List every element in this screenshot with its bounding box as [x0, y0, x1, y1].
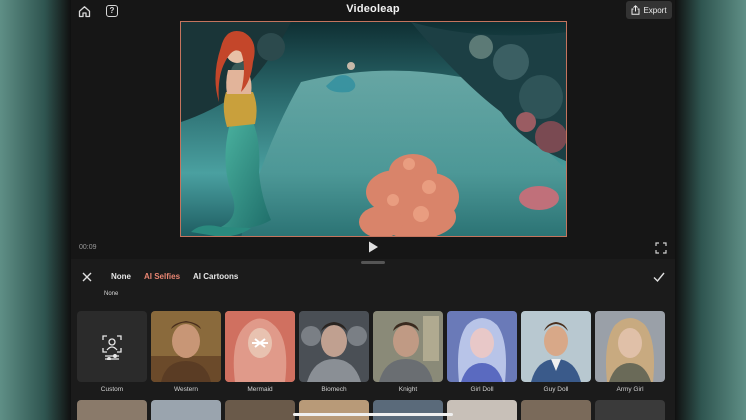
share-icon — [631, 5, 640, 15]
confirm-check-icon[interactable] — [652, 270, 666, 284]
effect-thumb — [595, 400, 665, 420]
app-logo: Videoleap — [346, 3, 400, 15]
effect-tile-girl-doll[interactable]: Girl Doll — [447, 311, 517, 393]
effect-thumb — [299, 311, 369, 382]
effect-thumb — [151, 400, 221, 420]
effect-thumb — [521, 400, 591, 420]
effect-thumb — [225, 400, 295, 420]
effect-tile-biomech[interactable]: Biomech — [299, 311, 369, 393]
tab-ai-cartoons[interactable]: AI Cartoons — [193, 272, 238, 281]
effect-tile-western[interactable]: Western — [151, 311, 221, 393]
effect-thumb — [77, 311, 147, 382]
effect-thumb — [225, 311, 295, 382]
editor-app: ? Videoleap Export 00:09 None AI Selfies… — [71, 0, 675, 420]
fullscreen-icon[interactable] — [655, 241, 667, 254]
effect-tile-guy-doll[interactable]: Guy Doll — [521, 311, 591, 393]
export-label: Export — [643, 5, 667, 15]
effect-list: Custom Western Mermaid Biomech Knight Gi… — [77, 311, 665, 393]
effect-thumb — [151, 311, 221, 382]
video-preview[interactable] — [180, 21, 567, 237]
effect-tile-knight[interactable]: Knight — [373, 311, 443, 393]
close-icon[interactable] — [80, 270, 94, 284]
portrait-sliders-icon — [102, 334, 122, 360]
effect-thumb — [373, 311, 443, 382]
effect-label: Knight — [398, 386, 418, 393]
effect-tile[interactable] — [299, 400, 369, 420]
effect-tile[interactable] — [447, 400, 517, 420]
panel-grabber[interactable] — [361, 261, 385, 264]
effect-thumb — [77, 400, 147, 420]
effect-tile[interactable] — [77, 400, 147, 420]
effect-thumb — [521, 311, 591, 382]
timecode: 00:09 — [79, 244, 97, 251]
home-indicator[interactable] — [293, 413, 453, 416]
effect-label: Biomech — [321, 386, 347, 393]
effect-thumb — [447, 311, 517, 382]
tab-none[interactable]: None — [111, 272, 131, 281]
effect-tabs: None AI Selfies AI Cartoons — [111, 272, 238, 281]
effect-list-next-row — [77, 400, 665, 420]
effects-panel: None AI Selfies AI Cartoons None Custom … — [71, 259, 675, 420]
effect-thumb — [299, 400, 369, 420]
effect-tile[interactable] — [225, 400, 295, 420]
effect-tile[interactable] — [151, 400, 221, 420]
selected-effect-label: None — [104, 291, 119, 297]
play-icon[interactable] — [366, 240, 380, 254]
effect-label: Mermaid — [247, 386, 273, 393]
effect-tile[interactable] — [595, 400, 665, 420]
effect-tile[interactable] — [521, 400, 591, 420]
effect-label: Guy Doll — [543, 386, 569, 393]
effect-label: Girl Doll — [470, 386, 494, 393]
effect-tile[interactable] — [373, 400, 443, 420]
effect-label: Custom — [100, 386, 124, 393]
effect-label: Army Girl — [616, 386, 644, 393]
tab-ai-selfies[interactable]: AI Selfies — [144, 272, 180, 281]
effect-thumb — [373, 400, 443, 420]
effect-tile-custom[interactable]: Custom — [77, 311, 147, 393]
effect-thumb — [447, 400, 517, 420]
export-button[interactable]: Export — [626, 1, 672, 19]
mermaid-underwater-frame — [181, 22, 566, 236]
effect-tile-mermaid[interactable]: Mermaid — [225, 311, 295, 393]
top-bar: ? Videoleap Export — [71, 0, 675, 21]
effect-label: Western — [173, 386, 199, 393]
effect-thumb — [595, 311, 665, 382]
effect-tile-army-girl[interactable]: Army Girl — [595, 311, 665, 393]
